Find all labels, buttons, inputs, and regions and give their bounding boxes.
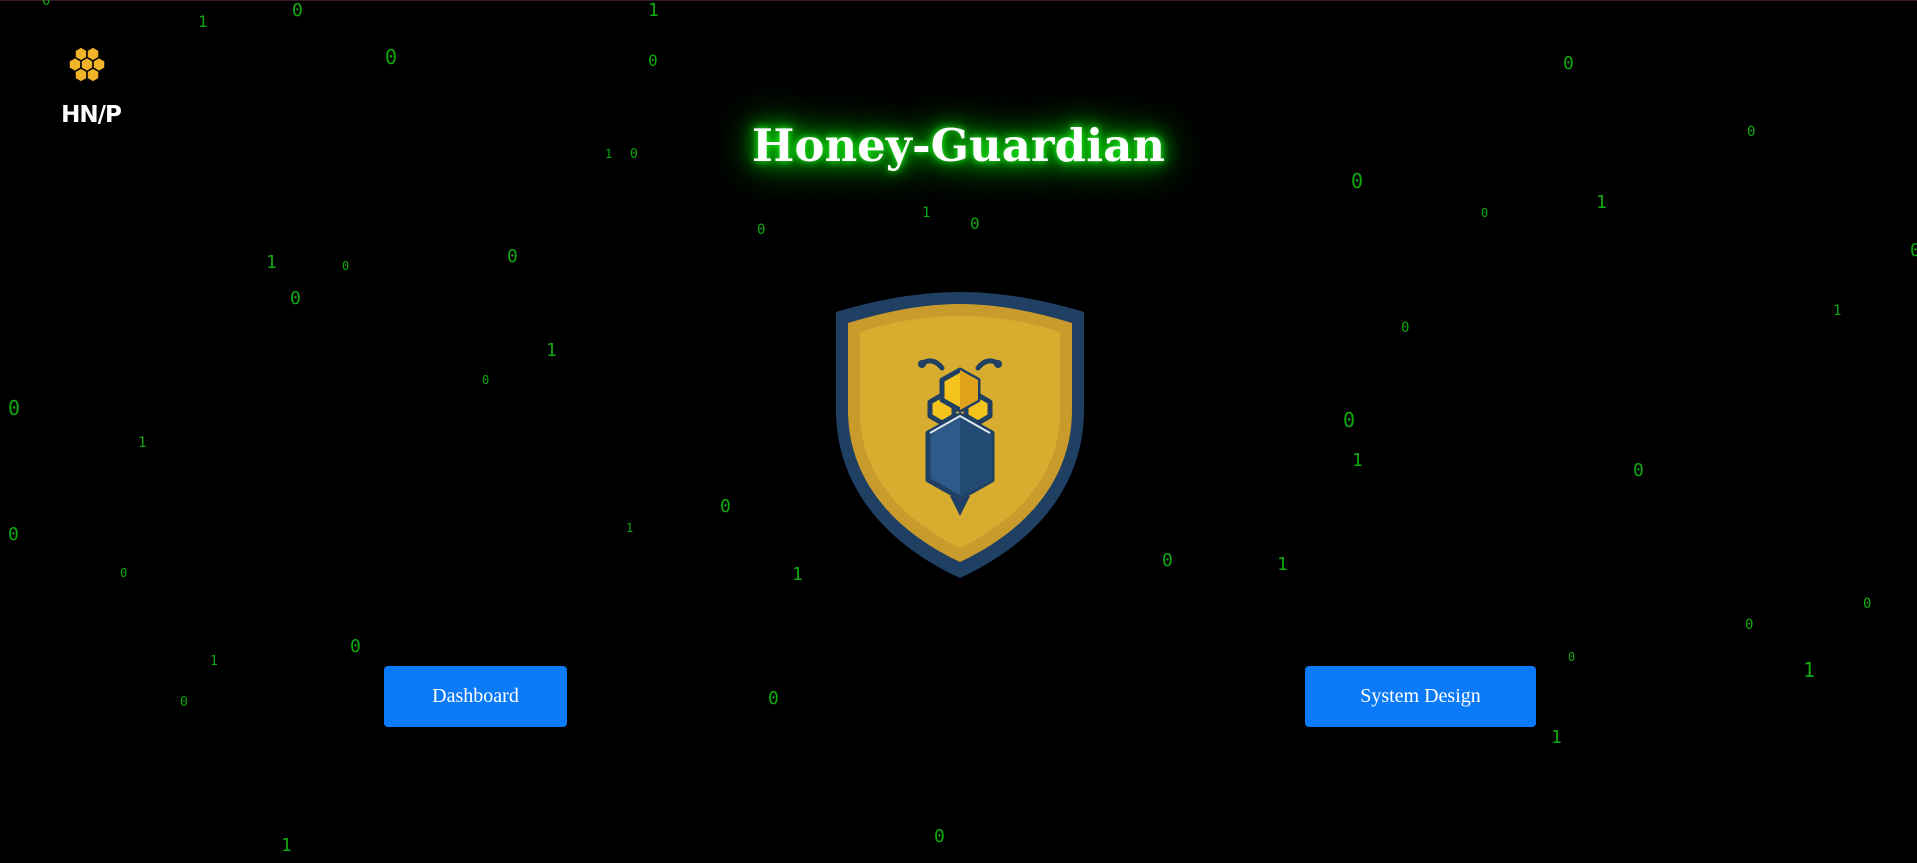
matrix-digit: 0 [1568,650,1576,664]
matrix-digit: 1 [922,205,931,221]
matrix-digit: 0 [757,222,766,238]
matrix-digit: 0 [385,45,398,69]
matrix-digit: 1 [1803,658,1816,682]
system-design-button[interactable]: System Design [1305,666,1536,727]
matrix-digit: 0 [482,373,490,387]
matrix-digit: 1 [1596,192,1607,213]
matrix-digit: 0 [1481,206,1489,220]
matrix-digit: 1 [1277,554,1288,575]
dashboard-button[interactable]: Dashboard [384,666,567,727]
matrix-digit: 1 [266,252,277,273]
bee-shield-icon [832,290,1088,580]
matrix-digit: 0 [1401,320,1410,336]
matrix-digit: 1 [1833,303,1842,319]
matrix-digit: 0 [1351,169,1364,193]
matrix-digit: 1 [546,340,557,361]
matrix-digit: 1 [648,0,659,21]
top-border [0,0,1917,1]
matrix-digit: 0 [1563,53,1574,74]
matrix-digit: 0 [1162,550,1173,571]
matrix-digit: 0 [42,0,51,9]
matrix-digit: 0 [768,688,779,709]
matrix-digit: 1 [792,564,803,585]
matrix-digit: 1 [138,435,147,451]
matrix-digit: 0 [1633,460,1644,481]
matrix-digit: 0 [1343,408,1356,432]
matrix-digit: 0 [290,288,301,309]
matrix-digit: 1 [198,12,208,31]
matrix-digit: 1 [1352,450,1363,471]
matrix-digit: 0 [120,566,128,580]
matrix-digit: 0 [507,246,518,267]
matrix-digit: 0 [8,396,21,420]
matrix-digit: 0 [292,0,303,21]
matrix-digit: 0 [180,695,188,710]
matrix-digit: 0 [1745,617,1754,633]
matrix-digit: 0 [720,496,731,517]
matrix-digit: 0 [8,524,19,545]
matrix-digit: 1 [626,521,634,535]
matrix-digit: 0 [1910,240,1917,261]
page-title: Honey-Guardian [751,119,1166,172]
matrix-digit: 0 [970,214,980,233]
matrix-digit: 0 [342,259,350,273]
matrix-digit: 0 [1863,596,1872,612]
matrix-digit: 0 [934,826,945,847]
matrix-digit: 1 [1551,727,1562,748]
matrix-digit: 0 [350,636,361,657]
matrix-digit: 1 [281,835,292,856]
honeycomb-logo-icon [52,42,130,106]
matrix-digit: 1 [210,654,218,669]
matrix-digit: 0 [648,51,658,70]
